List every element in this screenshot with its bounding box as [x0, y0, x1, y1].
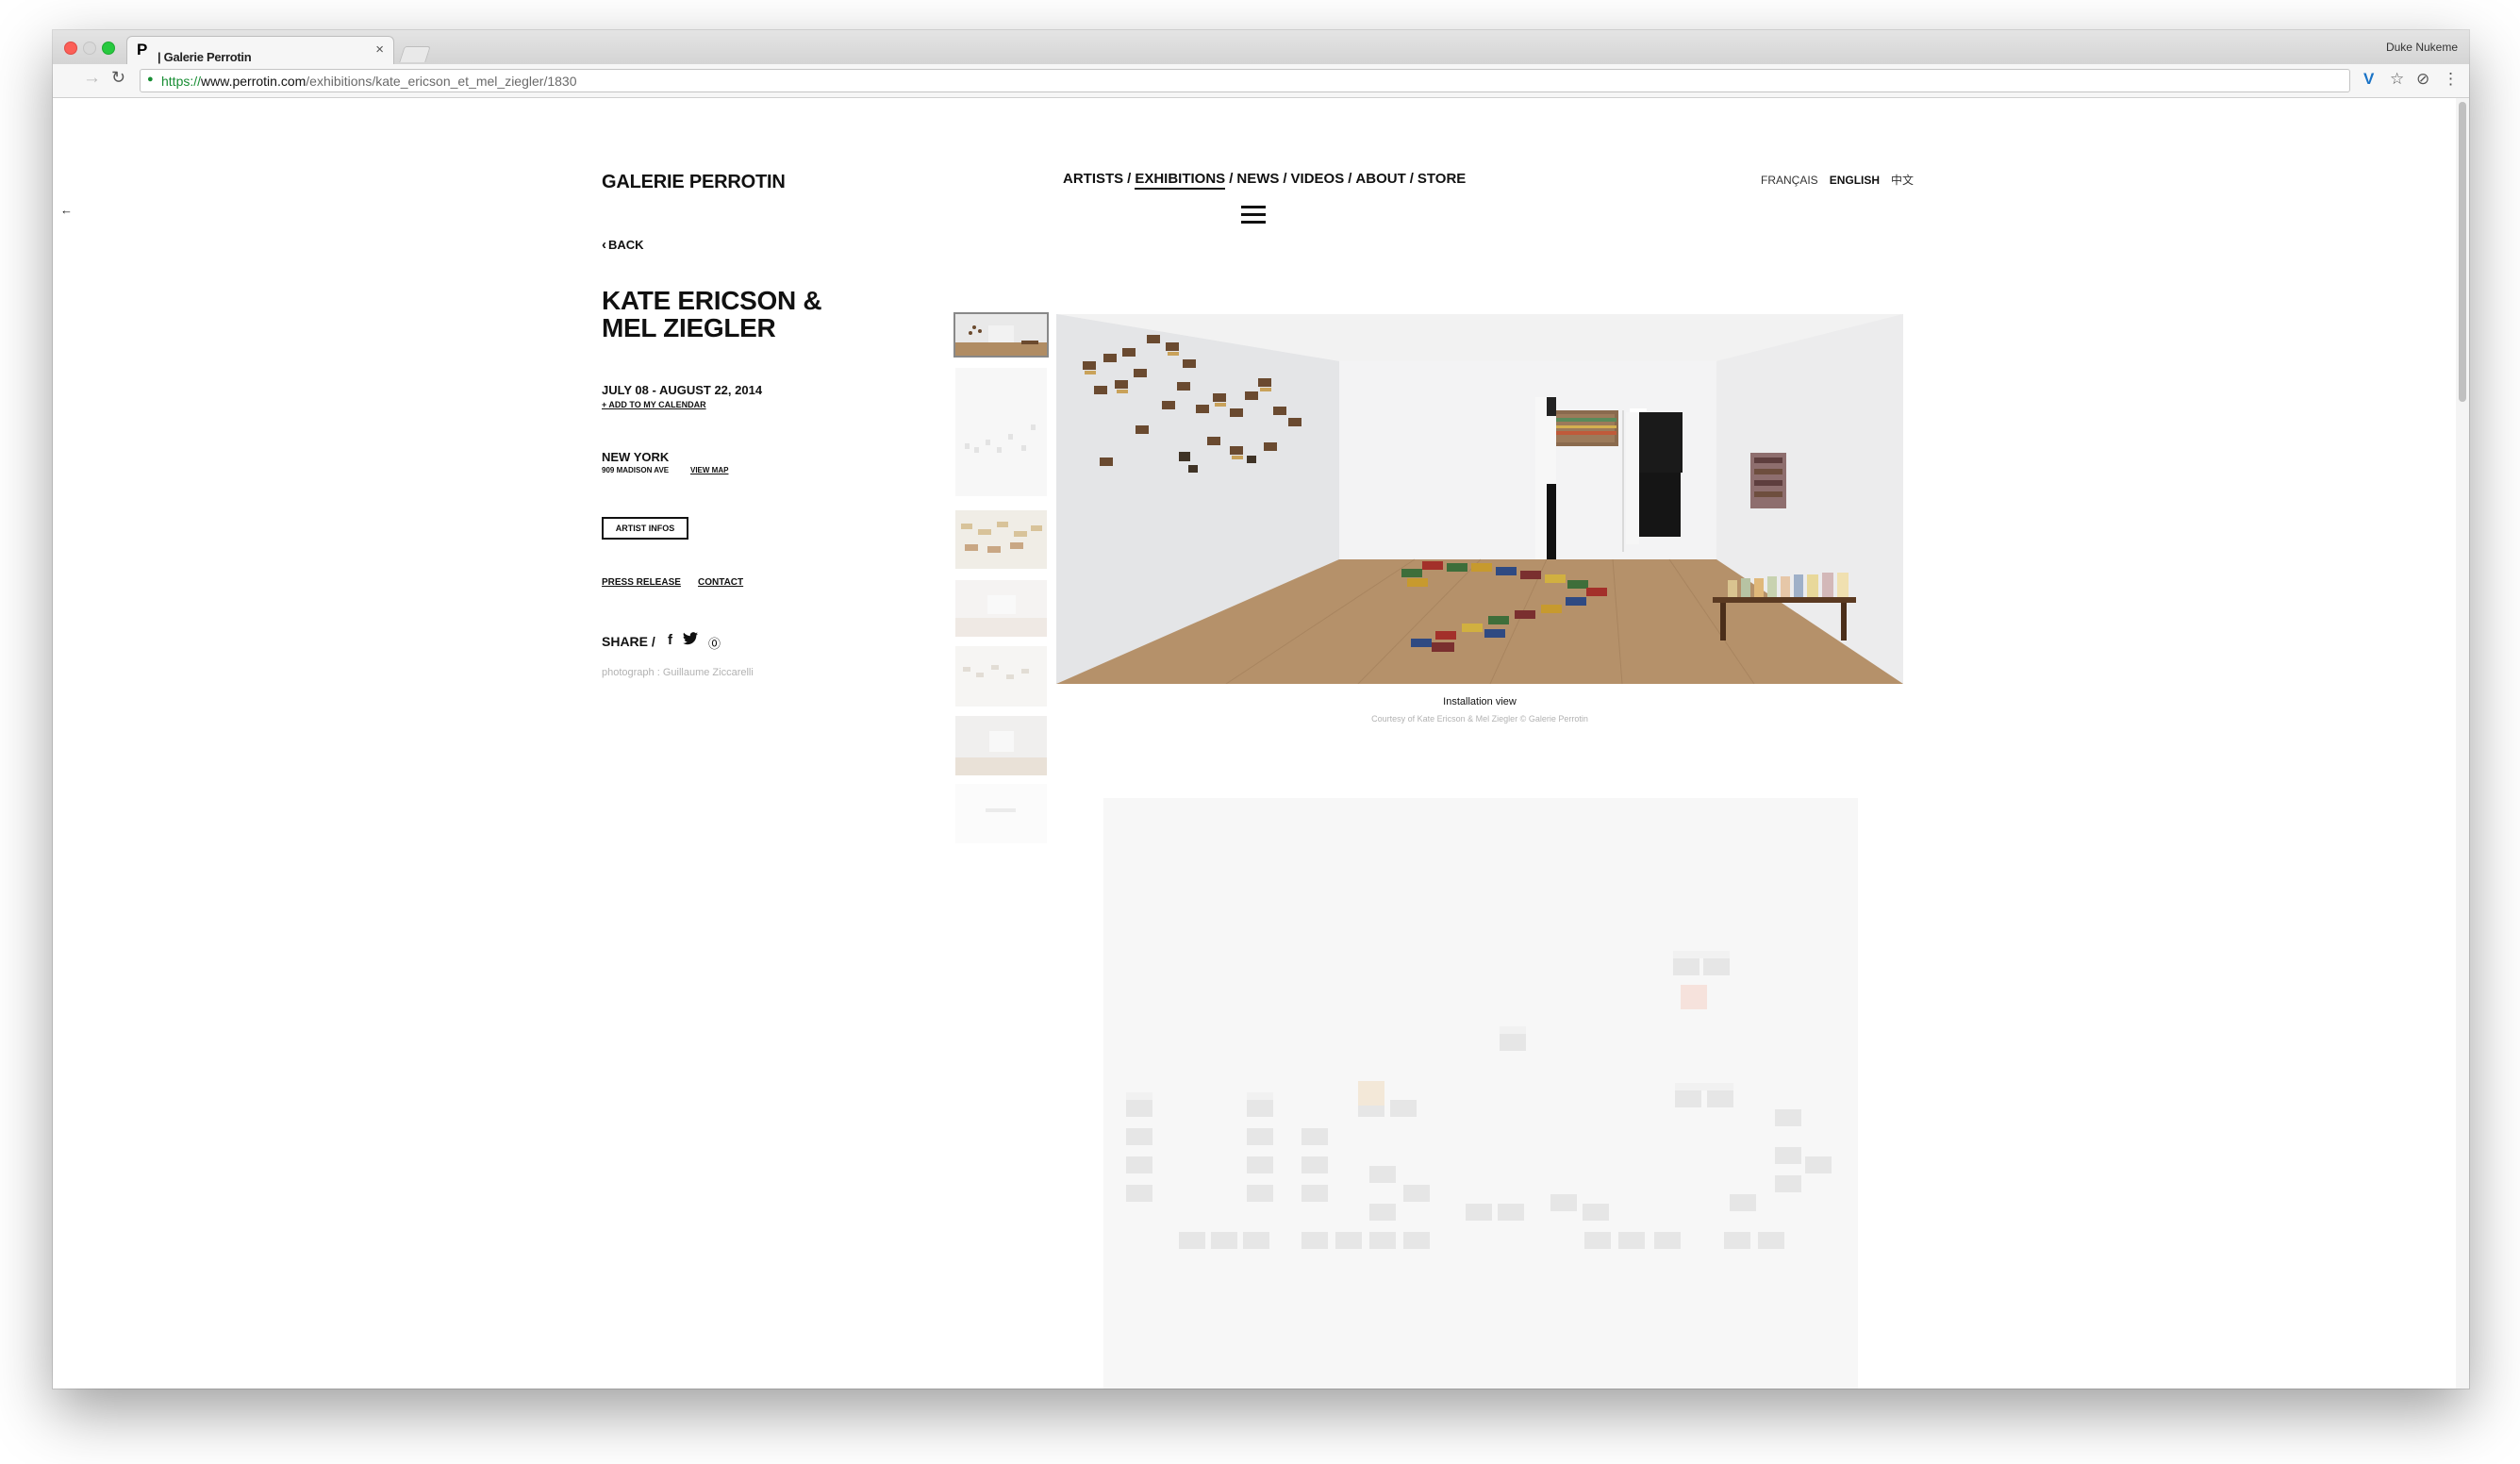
browser-toolbar: ← → ↻ ● https://www.perrotin.com/exhibit…	[53, 64, 2469, 217]
photo-credit: photograph : Guillaume Ziccarelli	[602, 667, 754, 678]
tab-close-icon[interactable]: ×	[375, 42, 384, 58]
nav-store[interactable]: STORE	[1418, 171, 1466, 187]
page-content: GALERIE PERROTIN ARTISTS / EXHIBITIONS / NEW…	[53, 98, 2469, 1389]
exhibition-city: NEW YORK	[602, 450, 670, 464]
scrollbar-thumb[interactable]	[2459, 102, 2466, 402]
add-to-calendar-link[interactable]: + ADD TO MY CALENDAR	[602, 400, 706, 409]
language-switcher: FRANÇAIS ENGLISH 中文	[1761, 172, 1925, 188]
new-tab-button[interactable]	[399, 46, 431, 62]
pinterest-icon[interactable]: ⓪	[708, 634, 721, 652]
nav-separator: /	[1283, 171, 1287, 187]
gallery-thumbnail[interactable]	[955, 580, 1047, 637]
minimize-window-button[interactable]	[83, 42, 96, 55]
nav-separator: /	[1348, 171, 1352, 187]
nav-separator: /	[1409, 171, 1414, 187]
image-caption: Installation view	[1443, 696, 1517, 707]
facebook-icon[interactable]: f	[668, 632, 672, 648]
chevron-left-icon: ‹	[602, 237, 606, 253]
url-text[interactable]: https://www.perrotin.com/exhibitions/kat…	[161, 74, 576, 89]
close-window-button[interactable]	[64, 42, 77, 55]
press-release-link[interactable]: PRESS RELEASE	[602, 577, 681, 588]
nav-separator: /	[1229, 171, 1234, 187]
gallery-thumbnail[interactable]	[955, 646, 1047, 707]
nav-artists[interactable]: ARTISTS	[1063, 171, 1123, 187]
contact-link[interactable]: CONTACT	[698, 577, 743, 588]
lang-english[interactable]: ENGLISH	[1830, 174, 1880, 187]
nav-videos[interactable]: VIDEOS	[1291, 171, 1345, 187]
address-bar[interactable]: ● https://www.perrotin.com/exhibitions/k…	[140, 69, 2350, 92]
site-logo[interactable]: GALERIE PERROTIN	[602, 172, 786, 193]
exhibition-title: KATE ERICSON & MEL ZIEGLER	[602, 286, 822, 342]
nav-exhibitions[interactable]: EXHIBITIONS	[1135, 171, 1226, 190]
nav-news[interactable]: NEWS	[1236, 171, 1279, 187]
share-label: SHARE /	[602, 634, 655, 649]
hamburger-icon[interactable]	[1241, 206, 1266, 228]
artist-infos-button[interactable]: ARTIST INFOS	[602, 517, 688, 540]
browser-menu-icon[interactable]: ⋮	[2443, 70, 2459, 89]
gallery-thumbnail[interactable]	[955, 784, 1047, 843]
gallery-thumbnail[interactable]	[955, 510, 1047, 569]
main-exhibition-image[interactable]	[1056, 314, 1903, 684]
main-nav: ARTISTS / EXHIBITIONS / NEWS / VIDEOS / ABOUT / ST…	[1063, 171, 1466, 190]
gallery-thumbnail[interactable]	[955, 368, 1047, 496]
extension-v-icon[interactable]: V	[2363, 70, 2374, 89]
browser-titlebar: P | Galerie Perrotin × Duke Nukeme	[53, 30, 2469, 64]
profile-name[interactable]: Duke Nukeme	[2386, 41, 2458, 54]
browser-tab[interactable]: P | Galerie Perrotin ×	[126, 36, 394, 64]
exhibition-address: 909 MADISON AVE	[602, 466, 670, 474]
reload-icon[interactable]: ↻	[111, 68, 125, 88]
page-scrollbar[interactable]	[2456, 98, 2469, 1389]
back-link[interactable]: ‹ BACK	[602, 237, 644, 253]
bookmark-star-icon[interactable]: ☆	[2390, 70, 2404, 89]
extension-shield-icon[interactable]: ⊘	[2416, 70, 2429, 89]
back-label: BACK	[608, 238, 644, 252]
lang-francais[interactable]: FRANÇAIS	[1761, 174, 1818, 187]
lang-chinese[interactable]: 中文	[1891, 174, 1914, 187]
forward-arrow-icon[interactable]: →	[83, 68, 101, 89]
gallery-thumbnail[interactable]	[955, 716, 1047, 775]
lock-icon: ●	[147, 74, 154, 85]
favicon-icon: P	[137, 41, 148, 58]
gallery-thumbnail[interactable]	[953, 312, 1049, 358]
nav-separator: /	[1127, 171, 1132, 187]
second-exhibition-image[interactable]	[1103, 798, 1858, 1389]
nav-about[interactable]: ABOUT	[1355, 171, 1405, 187]
view-map-link[interactable]: VIEW MAP	[690, 466, 728, 474]
browser-window: P | Galerie Perrotin × Duke Nukeme ← → ↻…	[53, 30, 2469, 1389]
image-credit: Courtesy of Kate Ericson & Mel Ziegler ©…	[1371, 714, 1588, 724]
twitter-icon[interactable]	[683, 632, 698, 649]
exhibition-dates: JULY 08 - AUGUST 22, 2014	[602, 383, 763, 397]
maximize-window-button[interactable]	[102, 42, 115, 55]
